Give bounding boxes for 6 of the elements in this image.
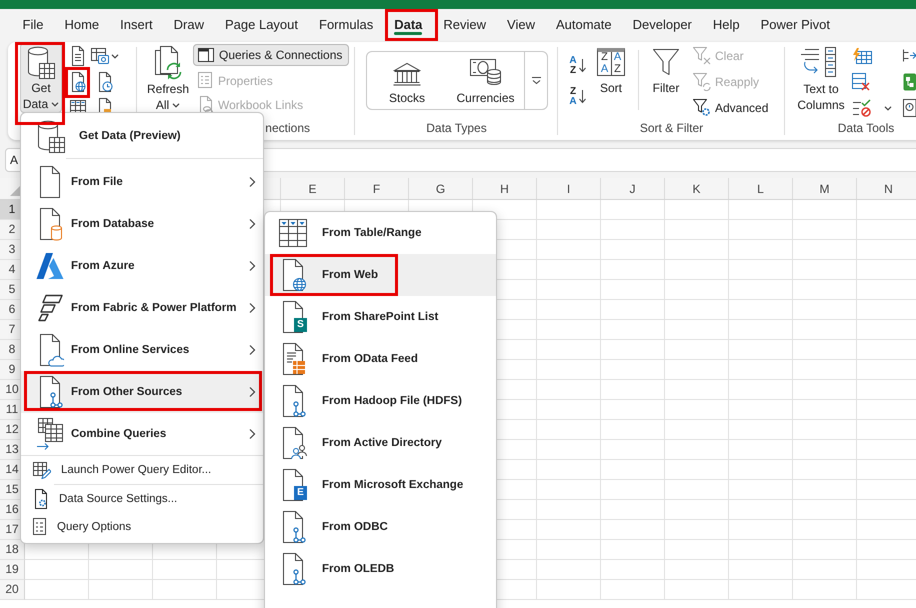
group-label: Data Tools [836,120,896,136]
letter-tile-icon: E [294,486,307,500]
group-label: Data Types [425,120,488,136]
group-label: Sort & Filter [638,120,704,136]
letter-tile-icon: S [294,318,307,332]
sort-grid-icon: Z A A Z [597,48,625,76]
